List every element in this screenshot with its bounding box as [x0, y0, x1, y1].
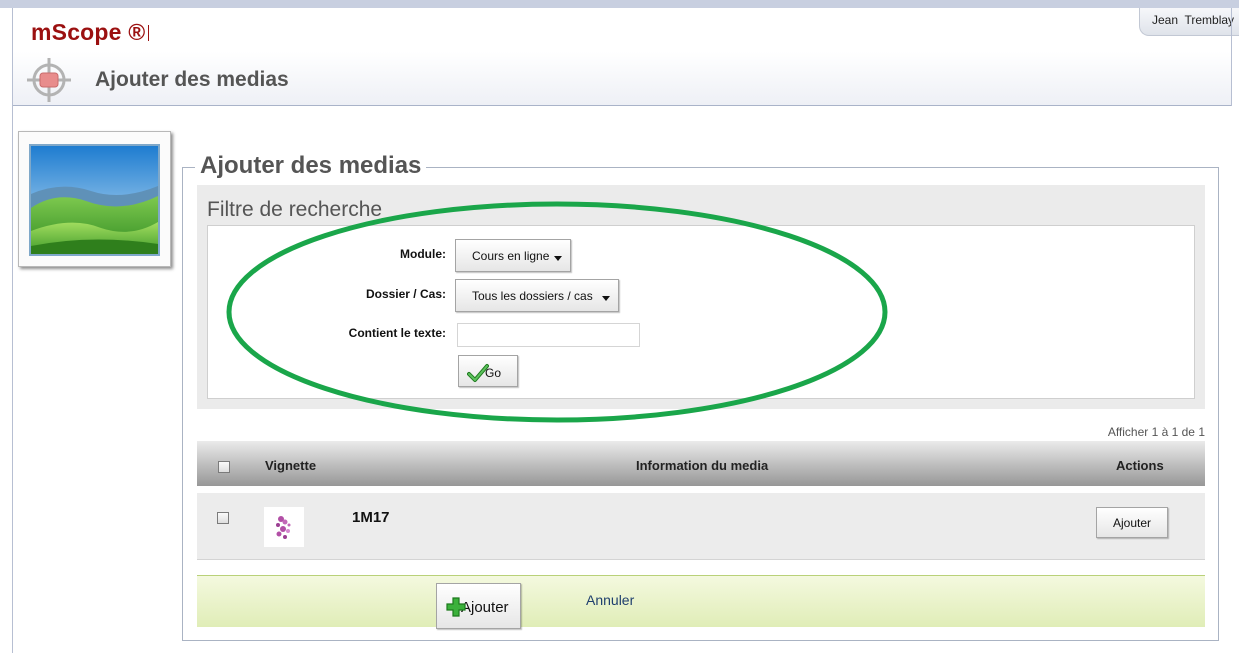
- column-header-vignette: Vignette: [265, 458, 317, 473]
- microscope-image-thumbnail: [264, 507, 304, 547]
- page-title: Ajouter des medias: [95, 68, 289, 91]
- row-add-button[interactable]: Ajouter: [1096, 507, 1168, 538]
- fieldset-legend: Ajouter des medias: [195, 152, 427, 180]
- column-header-actions: Actions: [1116, 458, 1164, 473]
- dossier-value: Tous les dossiers / cas: [472, 289, 593, 303]
- checkmark-icon: [467, 364, 489, 382]
- add-media-button[interactable]: Ajouter: [436, 583, 521, 629]
- select-all-checkbox[interactable]: [218, 461, 230, 473]
- form-actions-bar: [197, 575, 1205, 627]
- user-tab[interactable]: Jean Tremblay: [1139, 8, 1239, 36]
- dropdown-caret-icon: [554, 256, 562, 261]
- brand-logo[interactable]: mScope ®: [31, 19, 150, 46]
- table-row: Ajouter: [197, 493, 1205, 560]
- column-header-information: Information du media: [636, 458, 769, 473]
- landscape-photo-icon: [29, 144, 160, 256]
- results-pager: Afficher 1 à 1 de 1: [1107, 425, 1205, 439]
- media-name[interactable]: 1M17: [352, 509, 390, 526]
- text-cursor: [148, 25, 150, 41]
- brand-text: mScope ®: [31, 19, 146, 45]
- media-thumbnail[interactable]: [264, 507, 304, 547]
- go-button[interactable]: Go: [458, 355, 518, 387]
- results-table-header: Vignette Information du media Actions: [197, 441, 1205, 486]
- page-header: mScope ® Jean Tremblay Ajouter des media…: [13, 8, 1239, 106]
- user-name: Jean Tremblay: [1152, 13, 1235, 27]
- text-search-input[interactable]: [457, 323, 640, 347]
- dossier-dropdown[interactable]: Tous les dossiers / cas: [455, 279, 619, 312]
- dropdown-caret-icon: [602, 296, 610, 301]
- row-checkbox[interactable]: [217, 512, 229, 524]
- module-label: Module:: [400, 247, 446, 261]
- module-value: Cours en ligne: [472, 249, 550, 263]
- text-search-label: Contient le texte:: [348, 326, 446, 340]
- dossier-label: Dossier / Cas:: [365, 287, 446, 301]
- plus-icon: [446, 597, 466, 617]
- module-dropdown[interactable]: Cours en ligne: [455, 239, 571, 272]
- window-top-border: [0, 0, 1239, 8]
- cancel-link[interactable]: Annuler: [586, 592, 634, 608]
- app-window: mScope ® Jean Tremblay Ajouter des media…: [0, 0, 1239, 653]
- row-add-label: Ajouter: [1112, 516, 1152, 530]
- media-photo-frame: [18, 131, 171, 267]
- target-icon: [27, 58, 71, 102]
- window-right-border: [1231, 8, 1232, 106]
- add-media-label: Ajouter: [461, 599, 509, 616]
- filter-title: Filtre de recherche: [207, 198, 383, 221]
